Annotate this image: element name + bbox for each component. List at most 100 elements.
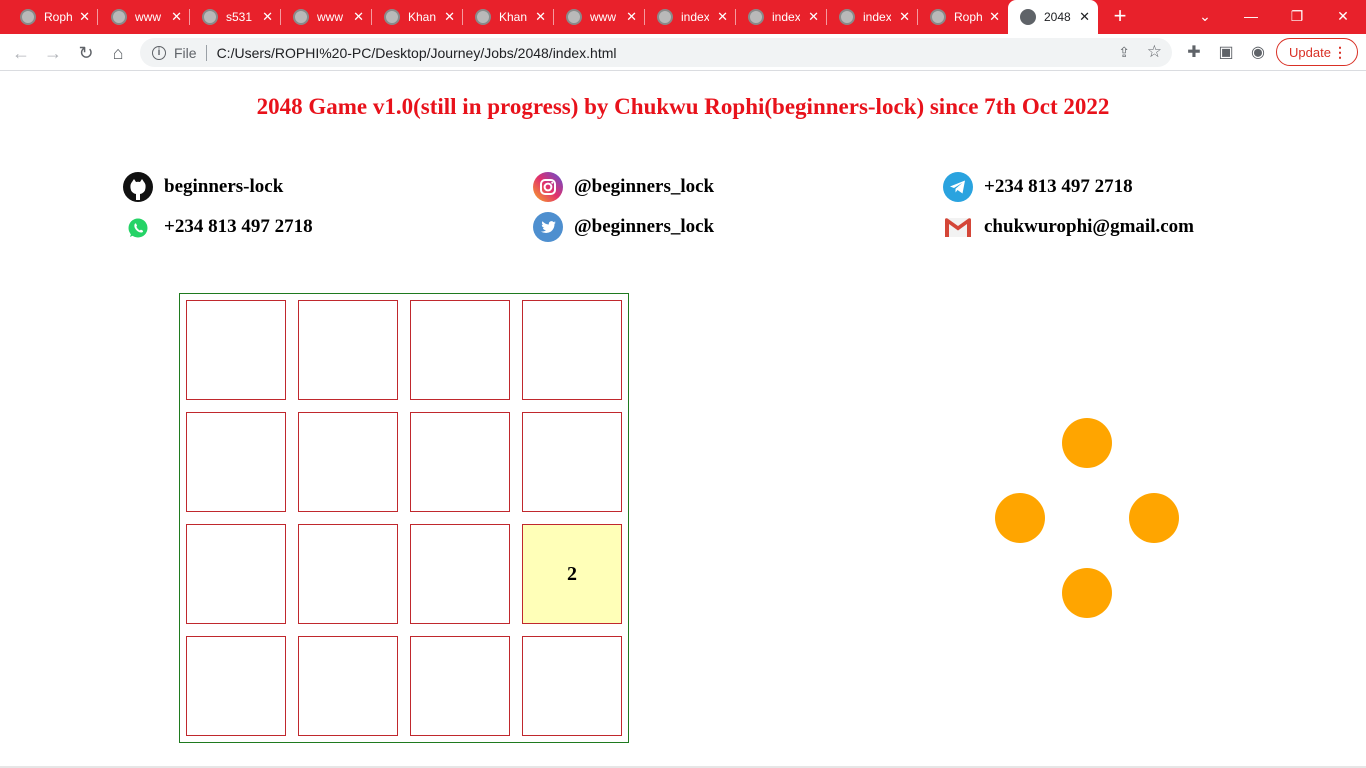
tab-title: Khan <box>408 10 436 24</box>
board-tile: 2 <box>522 524 622 624</box>
contact-github-text: beginners-lock <box>164 176 284 197</box>
browser-tab[interactable]: s531 ✕ <box>190 0 281 34</box>
browser-tab[interactable]: Roph ✕ <box>8 0 98 34</box>
close-tab-icon[interactable]: ✕ <box>353 9 364 25</box>
move-right-button[interactable] <box>1129 493 1179 543</box>
globe-icon <box>930 9 946 25</box>
address-divider <box>205 44 207 61</box>
share-icon[interactable]: ⇪ <box>1118 44 1130 61</box>
move-down-button[interactable] <box>1062 568 1112 618</box>
close-tab-icon[interactable]: ✕ <box>899 9 910 25</box>
contact-telegram[interactable]: +234 813 497 2718 <box>943 172 1133 202</box>
tab-title: index <box>772 10 800 24</box>
close-tab-icon[interactable]: ✕ <box>535 9 546 25</box>
browser-tab[interactable]: www ✕ <box>554 0 645 34</box>
browser-tab[interactable]: www ✕ <box>99 0 190 34</box>
update-button[interactable]: Update ⋮ <box>1276 38 1358 66</box>
restore-icon[interactable]: ❐ <box>1282 4 1312 28</box>
tab-title: www <box>317 10 343 24</box>
board-cell <box>410 300 510 400</box>
globe-icon <box>384 9 400 25</box>
board-cell <box>186 524 286 624</box>
new-tab-button[interactable]: + <box>1108 5 1132 29</box>
contact-whatsapp-text: +234 813 497 2718 <box>164 216 313 237</box>
gmail-icon <box>945 218 971 237</box>
browser-toolbar: ← → ↻ ⌂ i File C:/Users/ROPHI%20-PC/Desk… <box>0 34 1366 71</box>
globe-icon <box>475 9 491 25</box>
info-icon[interactable]: i <box>152 45 166 60</box>
contact-telegram-text: +234 813 497 2718 <box>984 176 1133 197</box>
close-window-icon[interactable]: ✕ <box>1328 4 1358 28</box>
twitter-icon <box>533 212 563 242</box>
instagram-icon <box>533 172 563 202</box>
contact-email[interactable]: chukwurophi@gmail.com <box>943 212 1194 242</box>
globe-icon <box>293 9 309 25</box>
close-tab-icon[interactable]: ✕ <box>626 9 637 25</box>
tab-separator <box>97 9 98 25</box>
browser-tab[interactable]: Roph ✕ <box>918 0 1008 34</box>
close-tab-icon[interactable]: ✕ <box>808 9 819 25</box>
contact-twitter-text: @beginners_lock <box>574 216 715 237</box>
extensions-icon[interactable]: ✚ <box>1182 41 1206 65</box>
board-cell <box>186 412 286 512</box>
board-cell <box>186 636 286 736</box>
board-cell <box>298 412 398 512</box>
url-text[interactable]: C:/Users/ROPHI%20-PC/Desktop/Journey/Job… <box>217 45 617 61</box>
globe-icon <box>1020 9 1036 25</box>
browser-tab[interactable]: index ✕ <box>736 0 827 34</box>
browser-tab[interactable]: index ✕ <box>645 0 736 34</box>
contact-github[interactable]: beginners-lock <box>123 172 283 202</box>
close-tab-icon[interactable]: ✕ <box>1079 9 1090 25</box>
telegram-icon <box>943 172 973 202</box>
browser-tab[interactable]: Khan ✕ <box>463 0 554 34</box>
close-tab-icon[interactable]: ✕ <box>444 9 455 25</box>
tab-strip: Roph ✕ www ✕ s531 ✕ www ✕ Khan ✕ Khan ✕ … <box>0 0 1366 34</box>
bookmark-star-icon[interactable]: ☆ <box>1147 42 1162 62</box>
close-tab-icon[interactable]: ✕ <box>717 9 728 25</box>
close-tab-icon[interactable]: ✕ <box>262 9 273 25</box>
tab-title: index <box>863 10 891 24</box>
tab-search-icon[interactable]: ⌄ <box>1190 4 1220 28</box>
globe-icon <box>20 9 36 25</box>
browser-tab[interactable]: index ✕ <box>827 0 918 34</box>
move-left-button[interactable] <box>995 493 1045 543</box>
browser-tab[interactable]: www ✕ <box>281 0 372 34</box>
board-cell <box>410 412 510 512</box>
file-label: File <box>174 44 197 61</box>
board-cell <box>298 636 398 736</box>
update-label: Update <box>1289 44 1331 60</box>
contact-instagram-text: @beginners_lock <box>574 176 715 197</box>
forward-arrow-icon[interactable]: → <box>41 41 65 65</box>
close-tab-icon[interactable]: ✕ <box>171 9 182 25</box>
home-icon[interactable]: ⌂ <box>106 41 130 65</box>
globe-icon <box>202 9 218 25</box>
close-tab-icon[interactable]: ✕ <box>989 9 1000 25</box>
back-arrow-icon[interactable]: ← <box>9 41 33 65</box>
contact-email-text: chukwurophi@gmail.com <box>984 216 1194 237</box>
whatsapp-icon <box>128 218 148 238</box>
board-cell <box>410 636 510 736</box>
board-cell <box>410 524 510 624</box>
globe-icon <box>748 9 764 25</box>
browser-tab-active[interactable]: 2048 ✕ <box>1008 0 1098 34</box>
tab-title: s531 <box>226 10 253 24</box>
board-cell <box>298 524 398 624</box>
minimize-icon[interactable]: — <box>1236 4 1266 28</box>
tab-title: index <box>681 10 709 24</box>
address-bar[interactable]: i File C:/Users/ROPHI%20-PC/Desktop/Jour… <box>140 38 1172 67</box>
reload-icon[interactable]: ↻ <box>74 41 98 65</box>
contact-whatsapp[interactable]: +234 813 497 2718 <box>123 212 313 242</box>
github-icon <box>123 172 153 202</box>
board-cell <box>522 300 622 400</box>
profile-avatar-icon[interactable]: ◉ <box>1246 41 1270 65</box>
side-panel-icon[interactable]: ▣ <box>1214 41 1238 65</box>
globe-icon <box>657 9 673 25</box>
tab-title: www <box>135 10 161 24</box>
contact-instagram[interactable]: @beginners_lock <box>533 172 714 202</box>
browser-tab[interactable]: Khan ✕ <box>372 0 463 34</box>
close-tab-icon[interactable]: ✕ <box>79 9 90 25</box>
tab-title: Roph <box>44 10 72 24</box>
move-up-button[interactable] <box>1062 418 1112 468</box>
contact-twitter[interactable]: @beginners_lock <box>533 212 714 242</box>
game-board: 2 <box>179 293 629 743</box>
